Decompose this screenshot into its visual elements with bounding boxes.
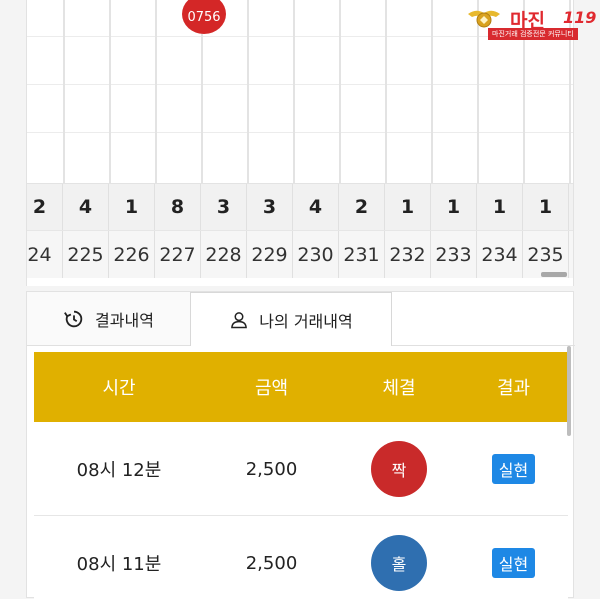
round-cell: 235 (523, 231, 569, 278)
column-header-amount: 금액 (254, 378, 289, 399)
site-logo: 마진 119 마진거래 검증전문 커뮤니티 (466, 4, 597, 40)
count-cell: 1 (431, 184, 477, 230)
trade-time: 08시 11분 (76, 554, 162, 575)
result-cell: 실현 (459, 516, 568, 599)
round-cell: 234 (477, 231, 523, 278)
pick-ball-even: 짝 (371, 441, 427, 497)
result-grid: 0756 2 4 1 8 3 3 4 2 1 1 1 1 24 225 226 … (26, 0, 574, 286)
pick-cell: 홀 (339, 516, 459, 599)
round-cell: 229 (247, 231, 293, 278)
count-cell: 1 (477, 184, 523, 230)
count-cell: 2 (339, 184, 385, 230)
round-cell: 231 (339, 231, 385, 278)
round-cell: 233 (431, 231, 477, 278)
trade-amount: 2,500 (245, 458, 298, 480)
tab-results[interactable]: 결과내역 (27, 292, 190, 346)
round-cell: 226 (109, 231, 155, 278)
logo-suffix: 119 (563, 8, 597, 27)
result-cell: 실현 (459, 422, 568, 516)
trade-amount: 2,500 (245, 552, 298, 574)
grid-col-line (431, 0, 433, 183)
user-icon (231, 311, 248, 328)
count-cell: 1 (109, 184, 155, 230)
count-row: 2 4 1 8 3 3 4 2 1 1 1 1 (27, 183, 573, 230)
trade-time: 08시 12분 (76, 460, 162, 481)
tab-divider (392, 345, 575, 346)
count-cell: 1 (385, 184, 431, 230)
trade-table: 시간 금액 체결 결과 08시 12분 2,500 짝 실현 08시 11분 2… (34, 352, 568, 599)
table-row: 08시 12분 2,500 짝 실현 (34, 422, 568, 516)
round-cell: 230 (293, 231, 339, 278)
horizontal-scrollbar[interactable] (541, 272, 567, 277)
count-cell: 2 (27, 184, 63, 230)
result-badge: 실현 (491, 454, 536, 484)
tab-results-label: 결과내역 (95, 310, 154, 330)
tab-my-trades-label: 나의 거래내역 (259, 311, 353, 331)
count-cell: 4 (293, 184, 339, 230)
round-cell: 225 (63, 231, 109, 278)
round-cell: 227 (155, 231, 201, 278)
grid-col-line (293, 0, 295, 183)
round-cell: 228 (201, 231, 247, 278)
round-cell: 24 (27, 231, 63, 278)
grid-col-line (63, 0, 65, 183)
column-header-pick: 체결 (382, 378, 416, 399)
grid-col-line (109, 0, 111, 183)
logo-tagline: 마진거래 검증전문 커뮤니티 (488, 28, 578, 40)
history-icon (64, 310, 83, 327)
count-cell: 1 (523, 184, 569, 230)
round-cell: 232 (385, 231, 431, 278)
column-header-time: 시간 (102, 378, 136, 399)
grid-col-line (155, 0, 157, 183)
tab-my-trades[interactable]: 나의 거래내역 (190, 292, 392, 346)
count-cell: 3 (201, 184, 247, 230)
count-cell: 4 (63, 184, 109, 230)
vertical-scrollbar[interactable] (567, 346, 571, 436)
count-cell: 3 (247, 184, 293, 230)
pick-ball-odd: 홀 (371, 535, 427, 591)
grid-col-line (385, 0, 387, 183)
table-row: 08시 11분 2,500 홀 실현 (34, 516, 568, 599)
result-badge: 실현 (491, 548, 536, 578)
column-header-result: 결과 (496, 378, 531, 399)
pick-cell: 짝 (339, 422, 459, 516)
round-row: 24 225 226 227 228 229 230 231 232 233 2… (27, 230, 573, 278)
history-panel: 결과내역 나의 거래내역 시간 금액 체결 결과 08시 12분 2,500 짝… (26, 291, 575, 599)
count-cell: 8 (155, 184, 201, 230)
table-header: 시간 금액 체결 결과 (34, 352, 568, 422)
grid-col-line (247, 0, 249, 183)
grid-col-line (339, 0, 341, 183)
